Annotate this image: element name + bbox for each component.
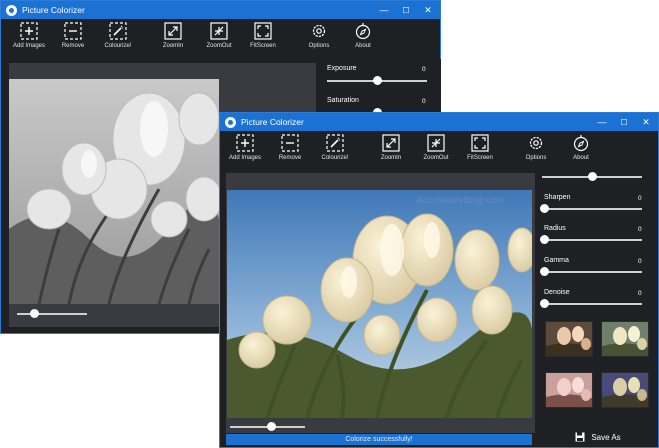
sharpen-slider[interactable]: [544, 208, 642, 210]
wand-icon: [109, 22, 127, 40]
zoom-out-icon: [427, 134, 445, 152]
minimize-button[interactable]: —: [376, 1, 392, 19]
fitscreen-label: FitScreen: [467, 155, 493, 161]
fitscreen-button[interactable]: FitScreen: [238, 22, 288, 49]
sharpen-value: 0: [638, 195, 642, 202]
add-icon: [236, 134, 254, 152]
exposure-knob[interactable]: [372, 76, 382, 85]
colourize-label: Colourize!: [321, 155, 349, 161]
gamma-label: Gamma: [544, 257, 569, 264]
compass-icon: [573, 135, 589, 152]
save-icon: [575, 432, 585, 442]
add-images-label: Add Images: [12, 43, 46, 49]
gamma-slider[interactable]: [544, 271, 642, 273]
zoomout-button[interactable]: ZoomOut: [194, 22, 244, 49]
about-button[interactable]: About: [338, 22, 388, 49]
fit-screen-icon: [254, 22, 272, 40]
options-button[interactable]: Options: [511, 134, 561, 161]
window-title: Picture Colorizer: [22, 5, 85, 15]
remove-label: Remove: [278, 155, 302, 161]
gear-icon: [529, 136, 543, 150]
sharpen-knob[interactable]: [539, 204, 549, 213]
denoise-knob[interactable]: [539, 299, 549, 308]
front-titlebar[interactable]: Picture Colorizer — ☐ ✕: [220, 113, 658, 131]
close-button[interactable]: ✕: [638, 113, 654, 131]
maximize-button[interactable]: ☐: [398, 1, 414, 19]
preset-thumbnail-cool[interactable]: [601, 321, 649, 357]
close-button[interactable]: ✕: [420, 1, 436, 19]
save-as-button[interactable]: Save As: [538, 427, 658, 447]
remove-icon: [64, 22, 82, 40]
gear-icon: [312, 24, 326, 38]
front-toolbar: Add Images Remove Colourize! ZoomIn Zoom…: [220, 131, 658, 171]
top-slider-knob[interactable]: [587, 172, 597, 181]
sharpen-label: Sharpen: [544, 194, 571, 201]
front-zoom-knob[interactable]: [266, 422, 276, 431]
add-images-button[interactable]: Add Images: [4, 22, 54, 49]
watermark-text: AccuweareBlog.com: [416, 195, 505, 205]
radius-knob[interactable]: [539, 235, 549, 244]
zoomin-button[interactable]: ZoomIn: [366, 134, 416, 161]
colourize-button[interactable]: Colourize!: [93, 22, 143, 49]
options-label: Options: [525, 155, 547, 161]
save-as-label: Save As: [591, 432, 621, 442]
app-icon: [6, 4, 17, 16]
zoom-out-icon: [210, 22, 228, 40]
status-bar: Colorize successfully!: [226, 434, 532, 445]
preset-thumbnail-pink[interactable]: [545, 372, 593, 408]
about-label: About: [355, 43, 371, 49]
gamma-knob[interactable]: [539, 267, 549, 276]
back-zoom-slider[interactable]: [17, 313, 87, 315]
minimize-button[interactable]: —: [594, 113, 610, 131]
options-label: Options: [308, 43, 330, 49]
remove-button[interactable]: Remove: [48, 22, 98, 49]
exposure-label: Exposure: [327, 65, 357, 72]
window-title: Picture Colorizer: [241, 117, 304, 127]
about-button[interactable]: About: [556, 134, 606, 161]
preset-thumbnail-warm[interactable]: [545, 321, 593, 357]
add-images-label: Add Images: [228, 155, 262, 161]
grayscale-photo: [9, 79, 219, 304]
wand-icon: [326, 134, 344, 152]
zoomin-label: ZoomIn: [380, 155, 402, 161]
denoise-slider[interactable]: [544, 303, 642, 305]
denoise-value: 0: [638, 290, 642, 297]
maximize-button[interactable]: ☐: [616, 113, 632, 131]
zoomin-button[interactable]: ZoomIn: [148, 22, 198, 49]
back-zoom-knob[interactable]: [30, 309, 39, 318]
add-icon: [20, 22, 38, 40]
radius-value: 0: [638, 226, 642, 233]
fitscreen-button[interactable]: FitScreen: [455, 134, 505, 161]
preset-thumbnail-violet[interactable]: [601, 372, 649, 408]
zoomout-label: ZoomOut: [423, 155, 449, 161]
fitscreen-label: FitScreen: [250, 43, 276, 49]
saturation-value: 0: [422, 98, 426, 105]
colorized-photo: [227, 190, 532, 418]
remove-label: Remove: [61, 43, 85, 49]
gamma-value: 0: [638, 258, 642, 265]
saturation-label: Saturation: [327, 97, 359, 104]
add-images-button[interactable]: Add Images: [220, 134, 270, 161]
radius-slider[interactable]: [544, 239, 642, 241]
radius-label: Radius: [544, 225, 566, 232]
zoom-in-icon: [164, 22, 182, 40]
remove-button[interactable]: Remove: [265, 134, 315, 161]
zoomout-label: ZoomOut: [206, 43, 232, 49]
back-titlebar[interactable]: Picture Colorizer — ☐ ✕: [1, 1, 440, 19]
zoom-in-icon: [382, 134, 400, 152]
compass-icon: [355, 23, 371, 40]
about-label: About: [573, 155, 589, 161]
zoomout-button[interactable]: ZoomOut: [411, 134, 461, 161]
app-icon: [225, 116, 236, 128]
colourize-button[interactable]: Colourize!: [310, 134, 360, 161]
exposure-value: 0: [422, 66, 426, 73]
zoomin-label: ZoomIn: [162, 43, 184, 49]
options-button[interactable]: Options: [294, 22, 344, 49]
back-toolbar: Add Images Remove Colourize! ZoomIn Zoom…: [1, 19, 440, 59]
remove-icon: [281, 134, 299, 152]
colourize-label: Colourize!: [104, 43, 132, 49]
front-window: Picture Colorizer — ☐ ✕ Add Images Remov…: [219, 112, 659, 448]
fit-screen-icon: [471, 134, 489, 152]
denoise-label: Denoise: [544, 289, 570, 296]
